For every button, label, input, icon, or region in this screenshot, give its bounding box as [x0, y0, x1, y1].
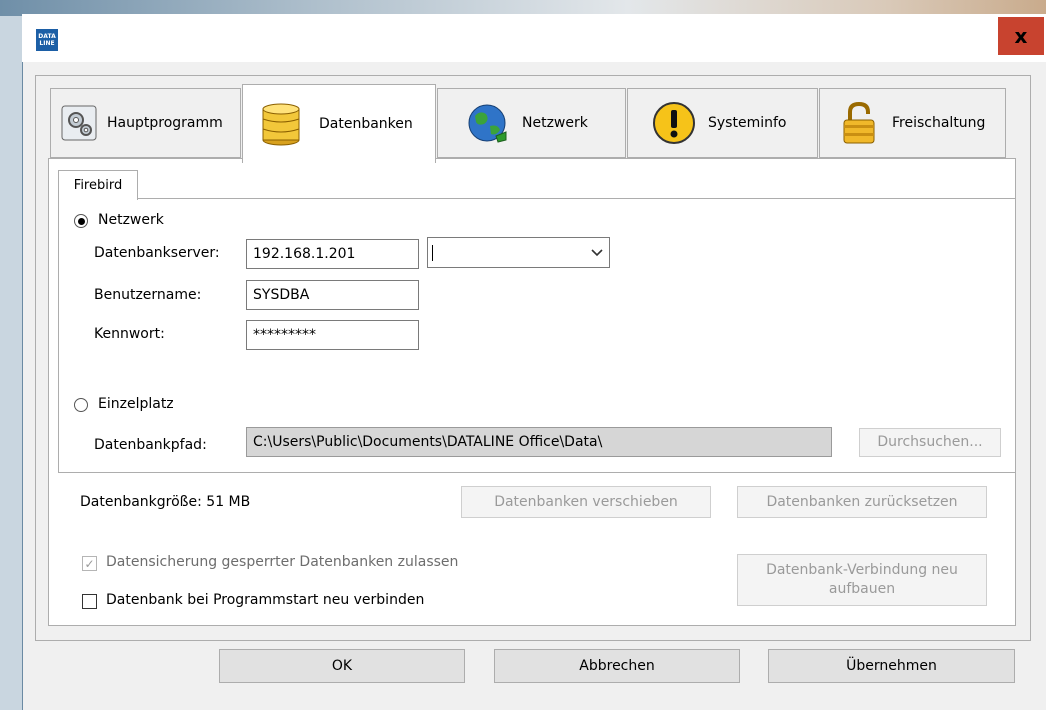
tab-label: Datenbanken [319, 116, 413, 132]
reconnect-button[interactable]: Datenbank-Verbindung neu aufbauen [737, 554, 987, 606]
tab-label: Netzwerk [522, 115, 588, 131]
kennwort-input[interactable]: ********* [246, 320, 419, 350]
globe-icon [468, 104, 507, 143]
tab-label: Freischaltung [892, 115, 986, 131]
database-icon [262, 103, 300, 146]
datenbankserver-label: Datenbankserver: [94, 245, 220, 261]
close-button[interactable]: x [998, 17, 1044, 55]
chevron-down-icon [591, 248, 603, 256]
tab-label: Hauptprogramm [107, 115, 223, 131]
netzwerk-radio[interactable] [74, 214, 88, 228]
einzelplatz-radio-label: Einzelplatz [98, 396, 174, 412]
cancel-button[interactable]: Abbrechen [494, 649, 740, 683]
padlock-icon [843, 101, 875, 144]
server-combobox[interactable] [427, 237, 610, 268]
title-bar [22, 14, 1046, 62]
reconnect-on-start-checkbox[interactable] [82, 594, 97, 609]
gear-icon [61, 105, 97, 141]
datenbankpfad-input[interactable]: C:\Users\Public\Documents\DATALINE Offic… [246, 427, 832, 457]
apply-button[interactable]: Übernehmen [768, 649, 1015, 683]
exclamation-icon [653, 102, 695, 144]
benutzername-label: Benutzername: [94, 287, 202, 303]
tab-label: Systeminfo [708, 115, 787, 131]
tab-systeminfo[interactable]: Systeminfo [627, 88, 818, 158]
kennwort-label: Kennwort: [94, 326, 165, 342]
database-size-text: Datenbankgröße: 51 MB [80, 494, 251, 510]
datenbankpfad-label: Datenbankpfad: [94, 437, 207, 453]
tab-hauptprogramm[interactable]: Hauptprogramm [50, 88, 241, 158]
reset-databases-button[interactable]: Datenbanken zurücksetzen [737, 486, 987, 518]
netzwerk-radio-label: Netzwerk [98, 212, 164, 228]
datenbankserver-input[interactable]: 192.168.1.201 [246, 239, 419, 269]
tab-firebird[interactable]: Firebird [58, 170, 138, 200]
ok-button[interactable]: OK [219, 649, 465, 683]
backup-locked-label: Datensicherung gesperrter Datenbanken zu… [106, 554, 459, 570]
move-databases-button[interactable]: Datenbanken verschieben [461, 486, 711, 518]
reconnect-on-start-label: Datenbank bei Programmstart neu verbinde… [106, 592, 425, 608]
close-icon: x [1014, 24, 1028, 48]
browse-button[interactable]: Durchsuchen... [859, 428, 1001, 457]
app-logo-icon: DATA LINE [36, 29, 58, 51]
einzelplatz-radio[interactable] [74, 398, 88, 412]
tab-datenbanken[interactable]: Datenbanken [242, 84, 436, 163]
benutzername-input[interactable]: SYSDBA [246, 280, 419, 310]
tab-freischaltung[interactable]: Freischaltung [819, 88, 1006, 158]
tab-netzwerk[interactable]: Netzwerk [437, 88, 626, 158]
backup-locked-checkbox[interactable]: ✓ [82, 556, 97, 571]
